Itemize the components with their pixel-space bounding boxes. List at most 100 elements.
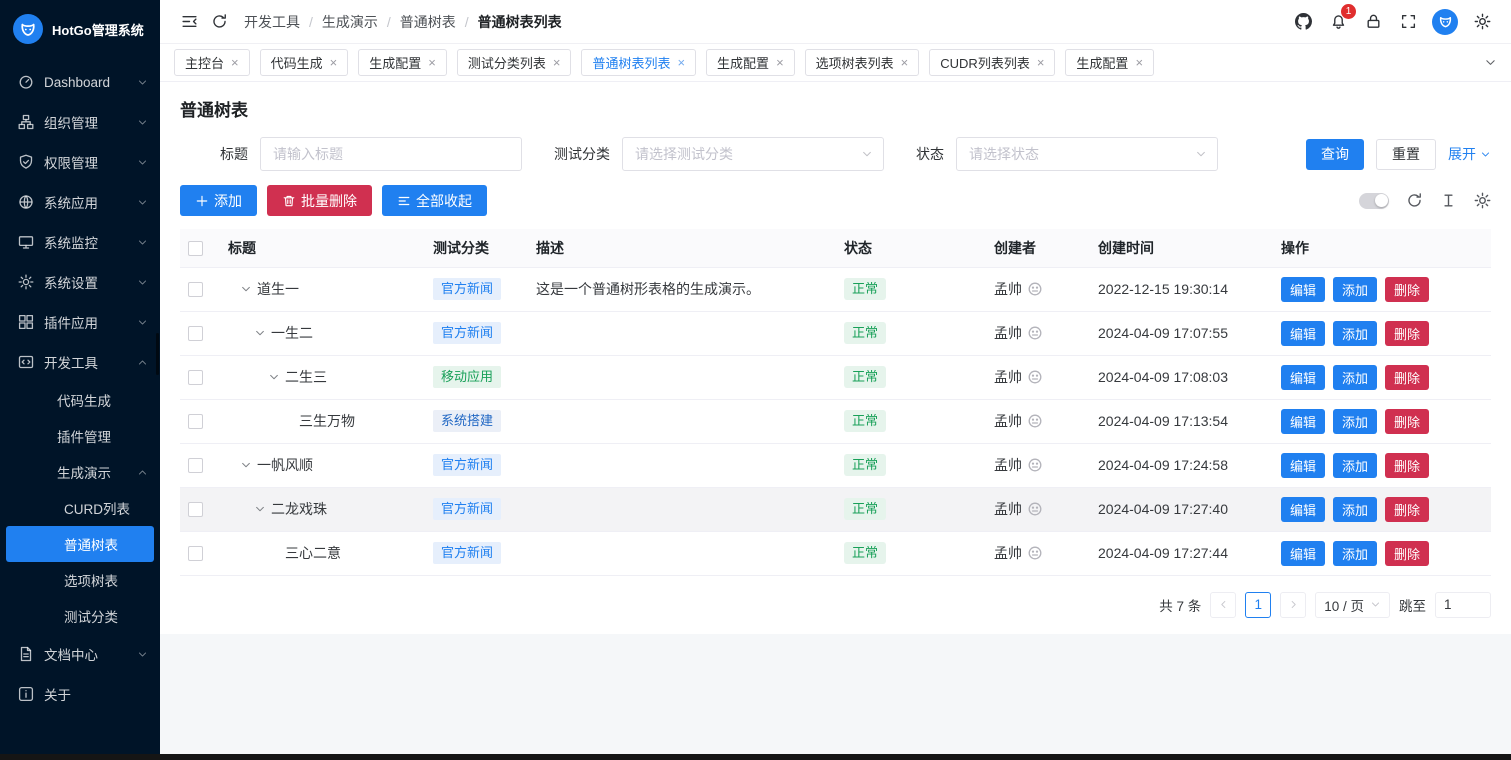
jump-page-input[interactable] — [1435, 592, 1491, 618]
tab-CUDR列表列表[interactable]: CUDR列表列表× — [929, 49, 1055, 76]
row-checkbox[interactable] — [188, 282, 203, 297]
tab-close-icon[interactable]: × — [330, 55, 338, 70]
tab-close-icon[interactable]: × — [231, 55, 239, 70]
prev-page-button[interactable] — [1210, 592, 1236, 618]
row-add-button[interactable]: 添加 — [1333, 409, 1377, 434]
tab-测试分类列表[interactable]: 测试分类列表× — [457, 49, 572, 76]
expand-toggle-icon[interactable] — [240, 281, 257, 298]
tab-close-icon[interactable]: × — [677, 55, 685, 70]
row-delete-button[interactable]: 删除 — [1385, 409, 1429, 434]
expand-toggle-icon[interactable] — [240, 457, 257, 474]
row-checkbox[interactable] — [188, 546, 203, 561]
row-delete-button[interactable]: 删除 — [1385, 365, 1429, 390]
notification-bell[interactable]: 1 — [1323, 7, 1353, 37]
row-delete-button[interactable]: 删除 — [1385, 497, 1429, 522]
sidebar-item-代码生成[interactable]: 代码生成 — [0, 382, 160, 418]
row-edit-button[interactable]: 编辑 — [1281, 277, 1325, 302]
table-settings-gear-icon[interactable] — [1474, 192, 1491, 209]
breadcrumb-item[interactable]: 开发工具 — [244, 12, 300, 32]
row-checkbox[interactable] — [188, 414, 203, 429]
tab-close-icon[interactable]: × — [428, 55, 436, 70]
row-delete-button[interactable]: 删除 — [1385, 277, 1429, 302]
table-refresh-icon[interactable] — [1406, 192, 1423, 209]
page-number-button[interactable]: 1 — [1245, 592, 1271, 618]
tab-close-icon[interactable]: × — [776, 55, 784, 70]
row-delete-button[interactable]: 删除 — [1385, 541, 1429, 566]
expand-toggle-icon[interactable] — [254, 501, 271, 518]
next-page-button[interactable] — [1280, 592, 1306, 618]
sidebar-item-插件应用[interactable]: 插件应用 — [0, 302, 160, 342]
select-all-checkbox[interactable] — [188, 241, 203, 256]
row-add-button[interactable]: 添加 — [1333, 321, 1377, 346]
sidebar-item-生成演示[interactable]: 生成演示 — [0, 454, 160, 490]
row-checkbox[interactable] — [188, 502, 203, 517]
row-checkbox[interactable] — [188, 458, 203, 473]
row-add-button[interactable]: 添加 — [1333, 541, 1377, 566]
row-add-button[interactable]: 添加 — [1333, 453, 1377, 478]
sidebar-item-Dashboard[interactable]: Dashboard — [0, 62, 160, 102]
row-delete-button[interactable]: 删除 — [1385, 321, 1429, 346]
sidebar-scrollbar[interactable] — [156, 333, 159, 375]
row-checkbox[interactable] — [188, 370, 203, 385]
sidebar-item-权限管理[interactable]: 权限管理 — [0, 142, 160, 182]
logo[interactable]: HotGo管理系统 — [0, 0, 160, 58]
sidebar-item-选项树表[interactable]: 选项树表 — [0, 562, 160, 598]
tab-close-icon[interactable]: × — [553, 55, 561, 70]
category-select[interactable]: 请选择测试分类 — [622, 137, 884, 171]
breadcrumb-item[interactable]: 生成演示 — [322, 12, 378, 32]
sidebar-item-系统监控[interactable]: 系统监控 — [0, 222, 160, 262]
menu-collapse-icon[interactable] — [174, 7, 204, 37]
sidebar-item-插件管理[interactable]: 插件管理 — [0, 418, 160, 454]
tab-close-icon[interactable]: × — [1135, 55, 1143, 70]
row-delete-button[interactable]: 删除 — [1385, 453, 1429, 478]
tab-生成配置[interactable]: 生成配置× — [706, 49, 795, 76]
sidebar-item-系统设置[interactable]: 系统设置 — [0, 262, 160, 302]
expand-toggle-icon[interactable] — [268, 369, 285, 386]
page-size-select[interactable]: 10 / 页 — [1315, 592, 1390, 618]
sidebar-item-系统应用[interactable]: 系统应用 — [0, 182, 160, 222]
row-edit-button[interactable]: 编辑 — [1281, 497, 1325, 522]
add-button[interactable]: 添加 — [180, 185, 257, 216]
tabs-dropdown-chevron-icon[interactable] — [1484, 56, 1497, 69]
row-add-button[interactable]: 添加 — [1333, 277, 1377, 302]
refresh-icon[interactable] — [204, 7, 234, 37]
row-edit-button[interactable]: 编辑 — [1281, 321, 1325, 346]
sidebar-item-文档中心[interactable]: 文档中心 — [0, 634, 160, 674]
status-select[interactable]: 请选择状态 — [956, 137, 1218, 171]
tab-close-icon[interactable]: × — [901, 55, 909, 70]
table-toggle[interactable] — [1359, 193, 1389, 209]
tab-生成配置[interactable]: 生成配置× — [1065, 49, 1154, 76]
sidebar-item-CURD列表[interactable]: CURD列表 — [0, 490, 160, 526]
tab-普通树表列表[interactable]: 普通树表列表× — [581, 49, 696, 76]
density-icon[interactable] — [1440, 192, 1457, 209]
tab-生成配置[interactable]: 生成配置× — [358, 49, 447, 76]
tab-主控台[interactable]: 主控台× — [174, 49, 250, 76]
search-button[interactable]: 查询 — [1306, 139, 1364, 170]
sidebar-item-普通树表[interactable]: 普通树表 — [6, 526, 154, 562]
row-edit-button[interactable]: 编辑 — [1281, 453, 1325, 478]
breadcrumb-item[interactable]: 普通树表 — [400, 12, 456, 32]
lock-screen-icon[interactable] — [1358, 7, 1388, 37]
tab-选项树表列表[interactable]: 选项树表列表× — [805, 49, 920, 76]
settings-gear-icon[interactable] — [1467, 7, 1497, 37]
github-icon[interactable] — [1288, 7, 1318, 37]
title-input[interactable] — [260, 137, 522, 171]
row-checkbox[interactable] — [188, 326, 203, 341]
tab-close-icon[interactable]: × — [1037, 55, 1045, 70]
sidebar-item-测试分类[interactable]: 测试分类 — [0, 598, 160, 634]
batch-delete-button[interactable]: 批量删除 — [267, 185, 372, 216]
expand-filters-toggle[interactable]: 展开 — [1448, 144, 1491, 164]
row-edit-button[interactable]: 编辑 — [1281, 409, 1325, 434]
sidebar-item-关于[interactable]: 关于 — [0, 674, 160, 714]
user-avatar[interactable] — [1432, 9, 1458, 35]
tab-代码生成[interactable]: 代码生成× — [260, 49, 349, 76]
row-edit-button[interactable]: 编辑 — [1281, 365, 1325, 390]
sidebar-item-组织管理[interactable]: 组织管理 — [0, 102, 160, 142]
fullscreen-icon[interactable] — [1393, 7, 1423, 37]
sidebar-item-开发工具[interactable]: 开发工具 — [0, 342, 160, 382]
row-add-button[interactable]: 添加 — [1333, 365, 1377, 390]
reset-button[interactable]: 重置 — [1376, 139, 1436, 170]
collapse-all-button[interactable]: 全部收起 — [382, 185, 487, 216]
expand-toggle-icon[interactable] — [254, 325, 271, 342]
row-edit-button[interactable]: 编辑 — [1281, 541, 1325, 566]
